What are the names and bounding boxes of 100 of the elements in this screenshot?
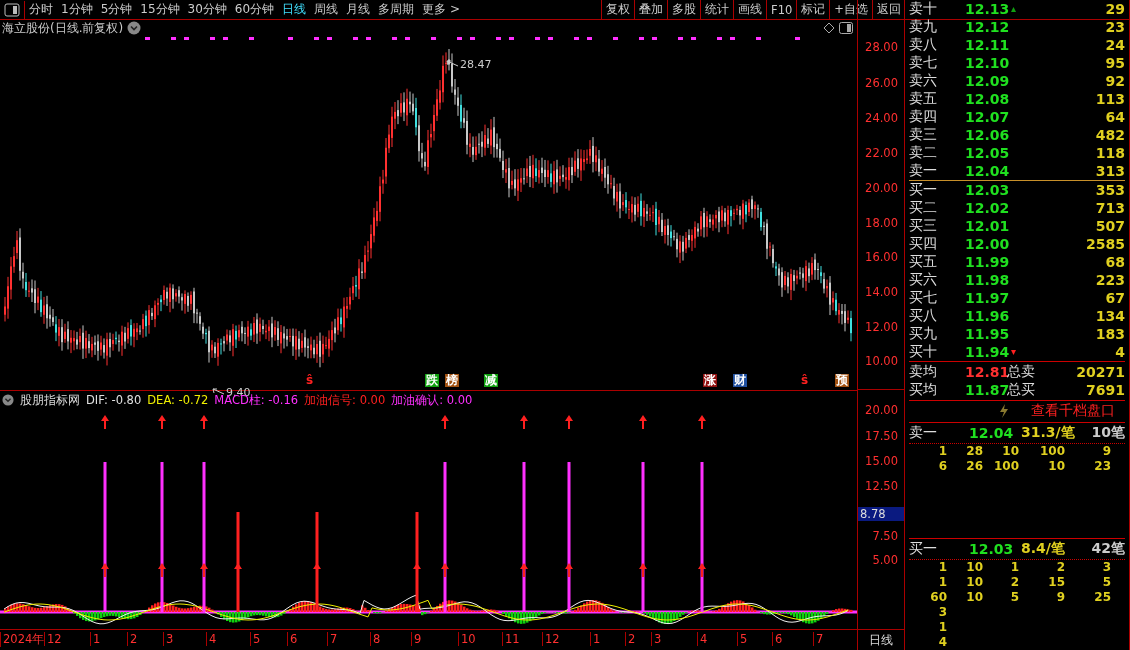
up-arrow-icon [698, 415, 706, 429]
total-volume: 7691 [1085, 382, 1125, 398]
time-axis-label: 5 [737, 632, 748, 647]
queue-volume: 1 [1009, 560, 1019, 575]
price-tick-label: 18.00 [865, 216, 898, 230]
order-price: 12.06 [965, 127, 1011, 143]
indicator-tick-label: 17.50 [865, 428, 898, 443]
time-axis-label: 2024年 [0, 632, 45, 648]
time-axis-label: 6 [287, 632, 298, 647]
order-price: 12.00 [965, 236, 1011, 252]
period-tab[interactable]: 日线 [278, 1, 311, 18]
order-volume: 24 [1104, 37, 1125, 53]
order-level-label: 买八 [909, 307, 938, 325]
order-volume: 183 [1094, 326, 1125, 342]
time-axis-label: 8 [370, 632, 381, 647]
time-axis-label: 6 [772, 632, 783, 647]
period-tab[interactable]: 60分钟 [230, 1, 279, 18]
period-tab[interactable]: 30分钟 [183, 1, 231, 18]
order-count: 42笔 [1091, 540, 1125, 558]
queue-volume: 10 [965, 590, 983, 605]
order-volume: 2585 [1085, 236, 1125, 252]
queue-price: 12.03 [969, 541, 1015, 557]
queue-volume: 10 [1001, 443, 1019, 459]
up-arrow-icon [101, 415, 109, 429]
order-volume: 713 [1094, 200, 1125, 216]
period-tab[interactable]: 更多 > [418, 1, 464, 18]
event-marker[interactable]: 涨 [703, 374, 717, 387]
event-marker[interactable]: ŝ [305, 374, 315, 387]
chart-title: 海立股份(日线.前复权) [2, 19, 124, 37]
order-volume: 313 [1094, 163, 1125, 179]
time-axis-label: 4 [697, 632, 708, 647]
total-volume: 20271 [1075, 364, 1125, 380]
order-volume: 23 [1104, 19, 1125, 35]
period-tab[interactable]: 周线 [310, 1, 343, 18]
queue-volume: 15 [1047, 575, 1065, 590]
order-level-label: 买九 [909, 325, 938, 343]
order-level-label: 买一 [909, 181, 938, 199]
dropdown-icon[interactable] [127, 21, 142, 35]
order-price: 12.13 [965, 1, 1011, 17]
event-marker[interactable]: ŝ [800, 374, 810, 387]
order-price: 12.01 [965, 218, 1011, 234]
price-tick-label: 20.00 [865, 181, 898, 195]
queue-volume: 100 [992, 458, 1019, 474]
queue-volume: 1 [937, 443, 947, 459]
order-price: 11.99 [965, 254, 1011, 270]
dropdown-icon[interactable] [2, 394, 14, 406]
time-axis-label: 3 [163, 632, 174, 647]
price-tick-label: 24.00 [865, 111, 898, 125]
order-volume: 95 [1104, 55, 1125, 71]
up-arrow-icon [441, 563, 449, 577]
order-price: 12.12 [965, 19, 1011, 35]
queue-volume: 26 [965, 458, 983, 474]
queue-label: 买一 [909, 540, 938, 558]
order-volume: 67 [1104, 290, 1125, 306]
period-tab[interactable]: 多周期 [374, 1, 419, 18]
indicator-value: DEA: -0.72 [147, 393, 209, 407]
time-axis-label: 1 [590, 632, 601, 647]
order-level-label: 卖五 [909, 90, 938, 108]
period-tab[interactable]: 月线 [342, 1, 375, 18]
time-axis-label: 11 [502, 632, 520, 647]
period-tab[interactable]: 5分钟 [96, 1, 137, 18]
order-price: 11.98 [965, 272, 1011, 288]
order-level-label: 卖四 [909, 108, 938, 126]
indicator-value: 加油确认: 0.00 [391, 392, 473, 408]
panel-toggle-icon[interactable] [839, 22, 853, 34]
queue-volume: 100 [1038, 443, 1065, 459]
queue-volume: 1 [937, 575, 947, 590]
time-axis-label: 10 [458, 632, 476, 647]
depth-link[interactable]: 查看千档盘口 [1031, 402, 1115, 421]
period-tab[interactable]: 1分钟 [57, 1, 97, 18]
queue-volume: 3 [937, 605, 947, 620]
period-tab[interactable]: 分时 [25, 1, 57, 18]
order-level-label: 买七 [909, 289, 938, 307]
order-volume: 113 [1094, 91, 1125, 107]
order-volume: 134 [1094, 308, 1125, 324]
current-value-label: 8.78 [858, 506, 904, 521]
period-tab[interactable]: 15分钟 [136, 1, 184, 18]
order-level-label: 卖十 [909, 0, 938, 18]
diamond-icon[interactable] [823, 22, 835, 34]
queue-volume: 1 [937, 560, 947, 575]
queue-volume: 4 [937, 635, 947, 650]
up-arrow-icon [200, 415, 208, 429]
up-arrow-icon [565, 415, 573, 429]
order-level-label: 卖三 [909, 126, 938, 144]
up-arrow-icon [698, 563, 706, 577]
indicator-tick-label: 5.00 [872, 552, 898, 567]
price-tick-label: 12.00 [865, 320, 898, 334]
order-price: 12.04 [965, 163, 1011, 179]
indicator-tick-label: 7.50 [872, 528, 898, 543]
limit-mark: ▴ [1011, 4, 1017, 14]
indicator-value: DIF: -0.80 [86, 393, 142, 407]
time-axis-label: 5 [250, 632, 261, 647]
price-tick-label: 16.00 [865, 250, 898, 264]
queue-volume: 9 [1101, 443, 1111, 459]
price-tick-label: 14.00 [865, 285, 898, 299]
order-volume: 64 [1104, 109, 1125, 125]
event-marker[interactable]: 预 [835, 374, 849, 387]
event-marker[interactable]: 榜 [445, 374, 459, 387]
event-marker[interactable]: 财 [733, 374, 747, 387]
order-level-label: 买五 [909, 253, 938, 271]
